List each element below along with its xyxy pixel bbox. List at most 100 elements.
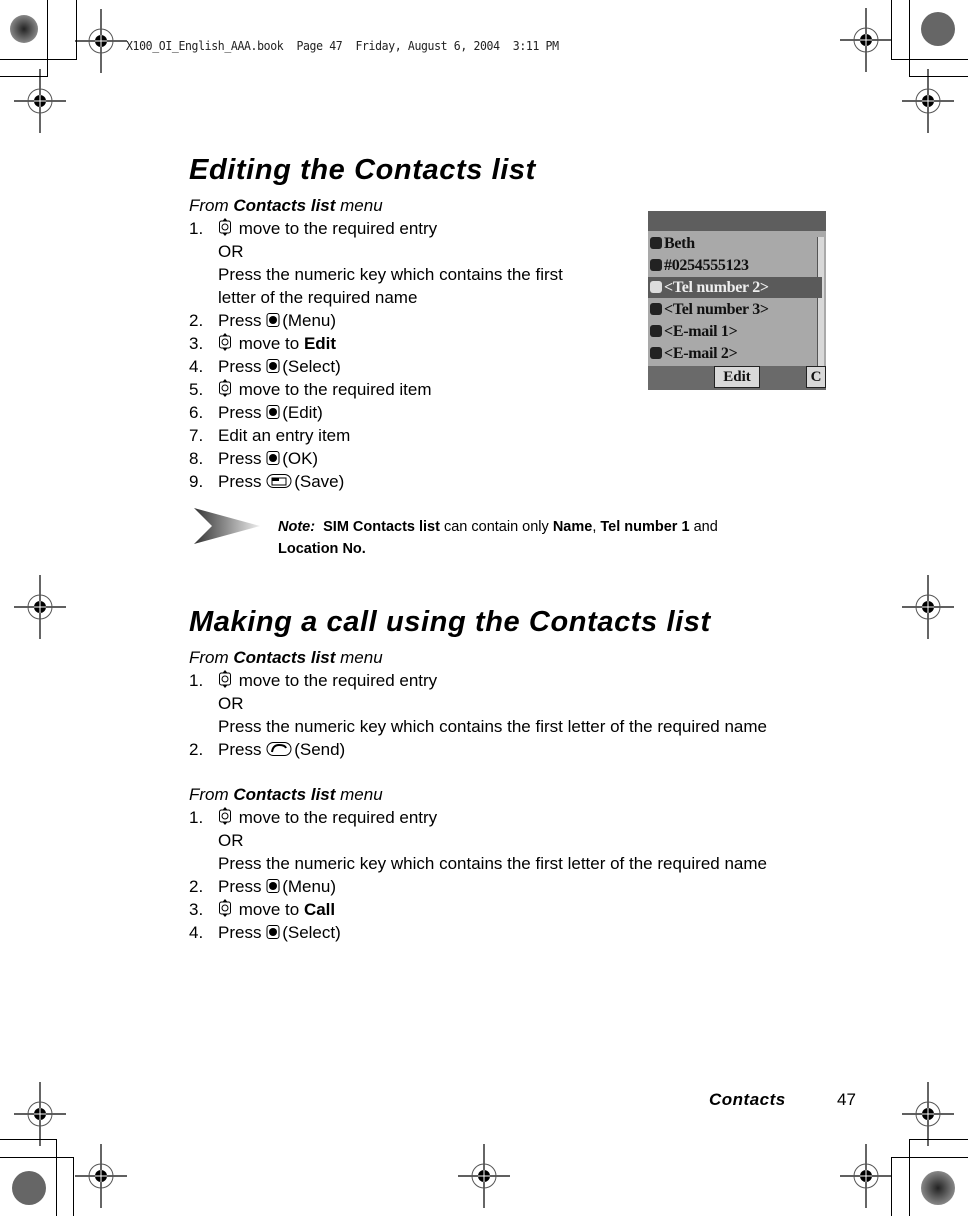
center-key-icon — [266, 449, 280, 472]
step-number: 1. — [189, 808, 204, 827]
step-number: 8. — [189, 449, 204, 468]
step-action: Press — [218, 449, 267, 468]
note-term: SIM Contacts list — [323, 519, 440, 535]
registration-mark — [901, 1081, 955, 1147]
step-line: 1. move to the required entry — [189, 806, 437, 831]
color-target — [921, 1171, 955, 1205]
step-line: 2. Press (Send) — [189, 738, 345, 763]
navigation-key-icon — [218, 807, 232, 831]
phone-icon — [650, 281, 662, 293]
navigation-key-icon — [218, 670, 232, 694]
phone-screen-image: Beth #0254555123 <Tel number 2> <Tel number… — [648, 211, 826, 390]
step-action: Press — [218, 472, 267, 491]
phone-contact-field: <E-mail 2> — [650, 343, 816, 364]
note-label: Note: — [278, 519, 316, 535]
section-title-making-call: Making a call using the Contacts list — [189, 606, 711, 638]
step-line: 4. Press (Select) — [189, 355, 341, 380]
note-term: Tel number 1 — [600, 519, 690, 535]
center-key-icon — [266, 357, 280, 380]
note-term: Name — [552, 519, 593, 535]
center-key-icon — [266, 403, 280, 426]
note-text: and — [689, 519, 718, 535]
phone-field-text: <E-mail 1> — [664, 323, 738, 340]
page-number: 47 — [837, 1090, 856, 1109]
step-text: Edit an entry item — [218, 426, 351, 445]
step-text: Press the numeric key which contains the… — [218, 717, 767, 736]
note-line2: Location No. — [278, 541, 366, 557]
step-action: Press — [218, 357, 267, 376]
step-line: Press the numeric key which contains the… — [189, 852, 767, 875]
from-suffix: menu — [335, 785, 383, 804]
menu-name: Contacts list — [233, 648, 336, 667]
step-line: 3. move to Edit — [189, 332, 336, 357]
step-line: Press the numeric key which contains the… — [189, 715, 767, 738]
step-text: (Select) — [282, 357, 341, 376]
step-number: 9. — [189, 472, 204, 491]
footer-chapter: Contacts — [709, 1090, 786, 1109]
center-key-icon — [266, 877, 280, 900]
step-line: 7. Edit an entry item — [189, 424, 350, 447]
phone-field-text: <E-mail 2> — [664, 345, 738, 362]
from-menu-line: From Contacts list menu — [189, 783, 383, 806]
step-line: OR — [189, 692, 244, 715]
step-text: OR — [218, 831, 244, 850]
step-number: 1. — [189, 219, 204, 238]
step-text: (Select) — [282, 923, 341, 942]
phone-status-bar — [648, 211, 826, 231]
phone-icon — [650, 303, 662, 315]
step-number: 3. — [189, 334, 204, 353]
color-target — [12, 1171, 46, 1205]
step-text: Press the numeric key which contains the… — [218, 854, 767, 873]
navigation-key-icon — [218, 379, 232, 403]
registration-mark — [901, 68, 955, 134]
step-text: move to — [238, 900, 300, 919]
navigation-key-icon — [218, 333, 232, 357]
step-number: 7. — [189, 426, 204, 445]
from-prefix: From — [189, 785, 234, 804]
send-key-icon — [266, 740, 292, 763]
step-number: 2. — [189, 877, 204, 896]
phone-contact-field: Beth — [650, 233, 816, 254]
phone-contact-field: <Tel number 3> — [650, 299, 816, 320]
name-icon — [650, 237, 662, 249]
step-action: Press — [218, 403, 267, 422]
menu-name: Contacts list — [233, 785, 336, 804]
step-text: Press the numeric key which contains the… — [218, 265, 563, 284]
registration-mark — [13, 1081, 67, 1147]
phone-field-text: #0254555123 — [664, 257, 749, 274]
step-number: 5. — [189, 380, 204, 399]
step-action: Press — [218, 923, 267, 942]
phone-contact-field: <E-mail 1> — [650, 321, 816, 342]
phone-softkey-edit: Edit — [714, 366, 760, 388]
registration-mark — [74, 8, 128, 74]
phone-softkey-clear: C — [806, 366, 826, 388]
center-key-icon — [266, 923, 280, 946]
step-text: (Save) — [294, 472, 345, 491]
step-text: (Menu) — [282, 877, 337, 896]
step-line: 4. Press (Select) — [189, 921, 341, 946]
registration-mark — [457, 1143, 511, 1209]
center-key-icon — [266, 311, 280, 334]
step-line: OR — [189, 829, 244, 852]
from-prefix: From — [189, 648, 234, 667]
step-number: 2. — [189, 740, 204, 759]
print-slug: X100_OI_English_AAA.book Page 47 Friday,… — [126, 38, 559, 53]
from-suffix: menu — [335, 196, 383, 215]
step-line: 3. move to Call — [189, 898, 335, 923]
step-text: (Send) — [294, 740, 346, 759]
step-number: 6. — [189, 403, 204, 422]
phone-contact-field: <Tel number 2> — [648, 277, 822, 298]
step-text: letter of the required name — [218, 288, 418, 307]
from-prefix: From — [189, 196, 234, 215]
step-text: move to the required entry — [238, 671, 438, 690]
registration-mark — [13, 574, 67, 640]
registration-mark — [74, 1143, 128, 1209]
step-line: 1. move to the required entry — [189, 669, 437, 694]
step-line: 8. Press (OK) — [189, 447, 318, 472]
step-line: 5. move to the required item — [189, 378, 432, 403]
step-line: 9. Press (Save) — [189, 470, 344, 495]
step-text: OR — [218, 242, 244, 261]
step-text: move to the required entry — [238, 219, 438, 238]
registration-mark — [839, 7, 893, 73]
step-text: move to the required item — [238, 380, 432, 399]
